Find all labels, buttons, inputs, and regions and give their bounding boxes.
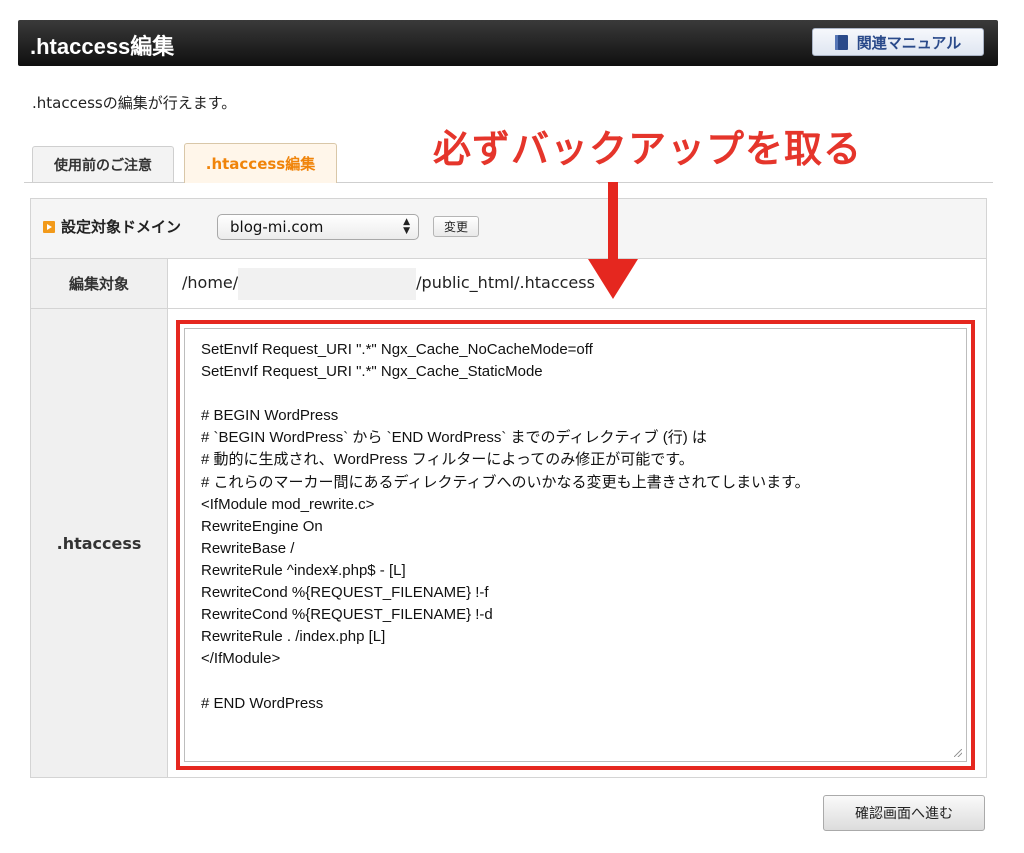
domain-select-value: blog-mi.com: [230, 218, 324, 236]
domain-label: 設定対象ドメイン: [61, 218, 182, 236]
resize-handle-icon[interactable]: [954, 749, 962, 757]
confirm-button[interactable]: 確認画面へ進む: [823, 795, 985, 831]
target-path: /home/ /public_html/.htaccess: [182, 267, 595, 300]
related-manual-button[interactable]: 関連マニュアル: [812, 28, 984, 56]
tab-precautions[interactable]: 使用前のご注意: [32, 146, 174, 182]
highlight-box: SetEnvIf Request_URI ".*" Ngx_Cache_NoCa…: [176, 320, 975, 770]
path-suffix: /public_html/.htaccess: [416, 273, 595, 292]
page-title: .htaccess編集: [30, 34, 175, 59]
change-domain-button[interactable]: 変更: [433, 216, 479, 237]
htaccess-label: .htaccess: [31, 309, 168, 777]
backup-callout: 必ずバックアップを取る: [433, 127, 863, 171]
related-manual-label: 関連マニュアル: [856, 33, 962, 52]
book-icon: [834, 34, 848, 50]
target-path-row: /home/ /public_html/.htaccess: [168, 259, 986, 309]
domain-row: 設定対象ドメイン blog-mi.com ▲ ▼ 変更: [31, 199, 986, 259]
intro-text: .htaccessの編集が行えます。: [32, 94, 237, 112]
page-header: .htaccess編集 関連マニュアル: [18, 20, 998, 66]
updown-arrows-icon: ▲ ▼: [403, 217, 410, 236]
arrow-head-icon: [588, 259, 638, 299]
edit-panel: 設定対象ドメイン blog-mi.com ▲ ▼ 変更 編集対象 /home/ /p…: [30, 198, 987, 778]
tab-divider: [24, 182, 993, 183]
target-label: 編集対象: [31, 259, 168, 309]
play-icon: [43, 221, 55, 233]
htaccess-textarea[interactable]: SetEnvIf Request_URI ".*" Ngx_Cache_NoCa…: [184, 328, 967, 762]
domain-select[interactable]: blog-mi.com ▲ ▼: [217, 214, 419, 240]
tab-htaccess-edit[interactable]: .htaccess編集: [184, 143, 337, 183]
arrow-down-icon: [608, 182, 618, 262]
redacted-username: [238, 267, 417, 300]
path-prefix: /home/: [182, 273, 239, 292]
